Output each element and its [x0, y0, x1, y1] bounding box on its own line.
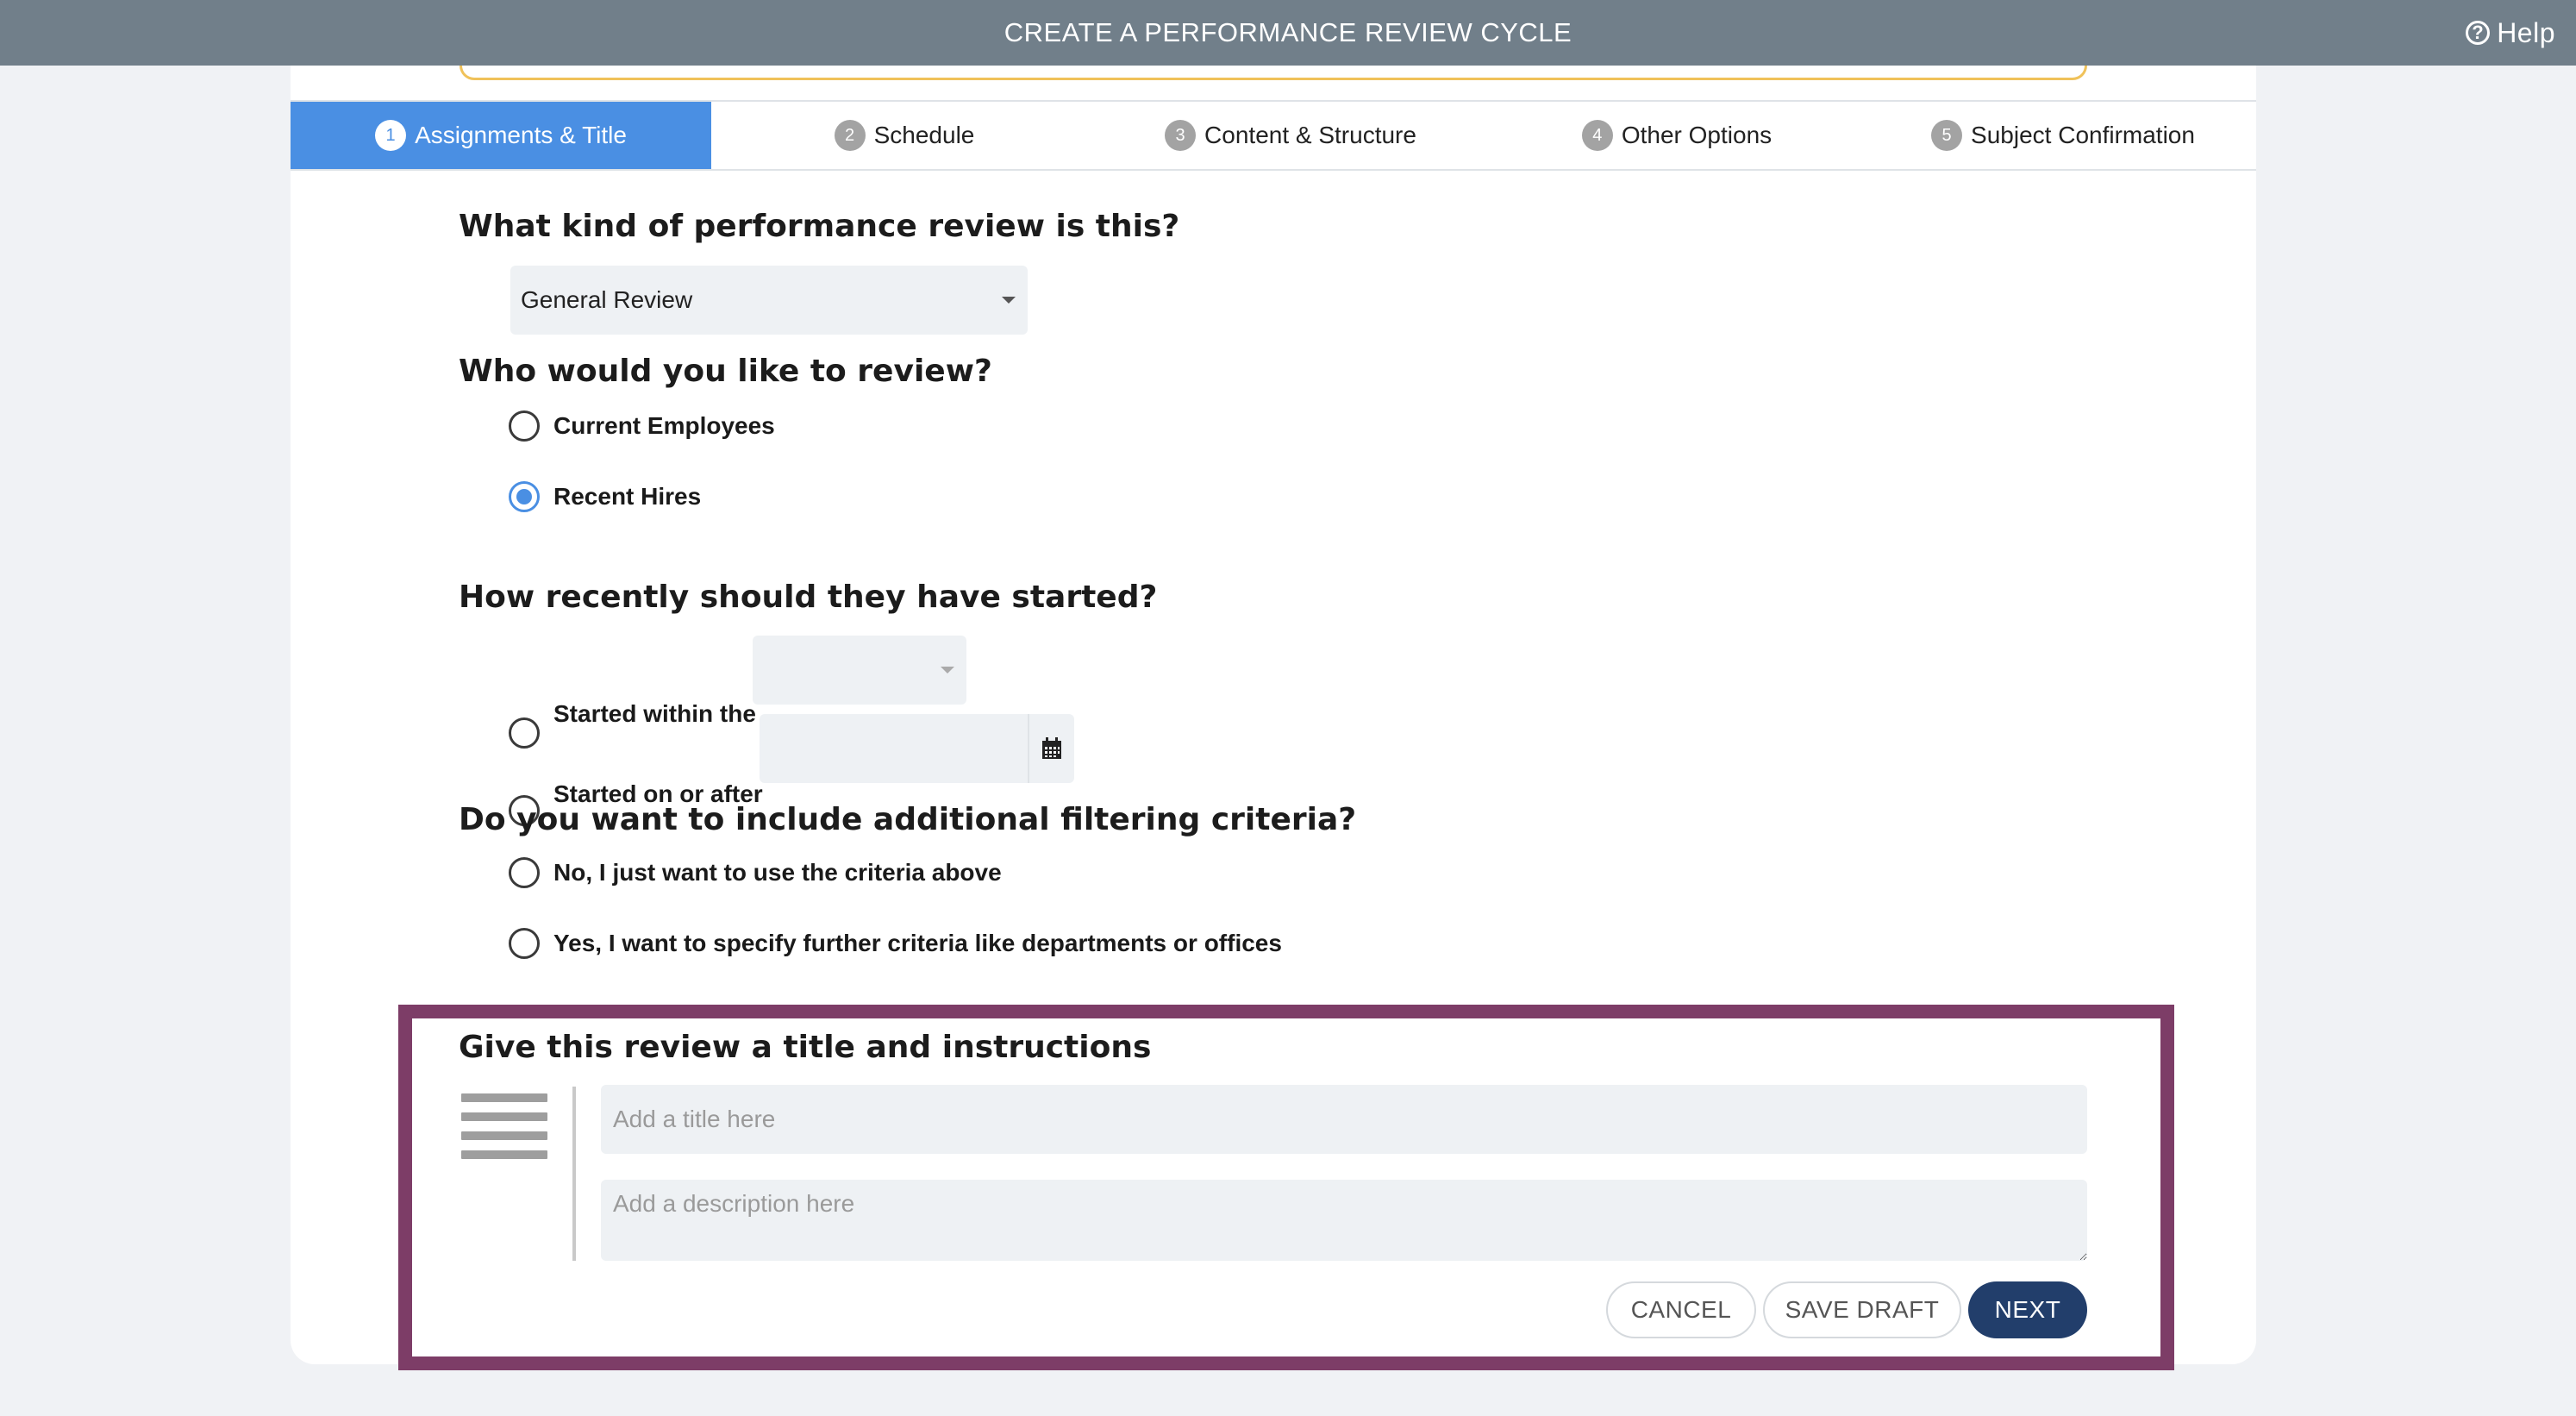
- who-question: Who would you like to review?: [459, 354, 992, 389]
- step-number-badge: 1: [375, 120, 407, 151]
- review-type-selected: General Review: [521, 286, 693, 313]
- radio-button[interactable]: [509, 481, 540, 512]
- filtering-question: Do you want to include additional filter…: [459, 802, 1357, 837]
- calendar-button[interactable]: [1028, 714, 1074, 783]
- radio-label: Recent Hires: [553, 483, 702, 510]
- step-number-badge: 2: [834, 120, 866, 151]
- radio-label: Current Employees: [553, 412, 775, 439]
- radio-button[interactable]: [509, 410, 540, 442]
- chevron-down-icon: [941, 667, 954, 674]
- radio-button[interactable]: [509, 857, 540, 888]
- warning-banner-edge: [460, 66, 2087, 80]
- recency-question: How recently should they have started?: [459, 580, 1158, 615]
- chevron-down-icon: [1002, 297, 1016, 304]
- question-circle-icon: ?: [2466, 21, 2491, 45]
- page-title: CREATE A PERFORMANCE REVIEW CYCLE: [1004, 17, 1572, 47]
- radio-button[interactable]: [509, 717, 540, 749]
- radio-recent-hires[interactable]: Recent Hires: [509, 481, 701, 512]
- radio-button[interactable]: [509, 928, 540, 959]
- section-divider: [572, 1087, 576, 1261]
- review-type-question: What kind of performance review is this?: [459, 209, 1180, 244]
- wizard-tabs: 1 Assignments & Title 2 Schedule 3 Conte…: [291, 100, 2256, 171]
- top-bar: CREATE A PERFORMANCE REVIEW CYCLE ? Help: [0, 0, 2576, 66]
- help-label: Help: [2497, 16, 2555, 48]
- radio-no-further-criteria[interactable]: No, I just want to use the criteria abov…: [509, 857, 1002, 888]
- tab-label: Assignments & Title: [415, 122, 627, 148]
- save-draft-button[interactable]: SAVE DRAFT: [1763, 1281, 1961, 1338]
- help-link[interactable]: ? Help: [2466, 0, 2555, 66]
- review-type-select[interactable]: General Review: [510, 266, 1028, 335]
- review-title-input[interactable]: [601, 1085, 2087, 1154]
- start-date-field[interactable]: [760, 714, 1074, 783]
- tab-other-options[interactable]: 4 Other Options: [1484, 102, 1870, 169]
- wizard-card: 1 Assignments & Title 2 Schedule 3 Conte…: [291, 66, 2256, 1370]
- radio-further-criteria[interactable]: Yes, I want to specify further criteria …: [509, 928, 1282, 959]
- tab-content-structure[interactable]: 3 Content & Structure: [1097, 102, 1484, 169]
- radio-started-within[interactable]: Started within the: [509, 700, 756, 749]
- title-section-heading: Give this review a title and instruction…: [459, 1030, 1152, 1065]
- started-within-select[interactable]: [753, 636, 966, 705]
- tab-label: Subject Confirmation: [1971, 122, 2195, 148]
- tab-schedule[interactable]: 2 Schedule: [711, 102, 1097, 169]
- text-lines-icon: [461, 1093, 547, 1171]
- radio-label: Started within the: [553, 700, 756, 727]
- tab-subject-confirmation[interactable]: 5 Subject Confirmation: [1870, 102, 2256, 169]
- step-number-badge: 5: [1931, 120, 1963, 151]
- calendar-icon: [1042, 737, 1061, 759]
- step-number-badge: 4: [1581, 120, 1613, 151]
- radio-label: No, I just want to use the criteria abov…: [553, 859, 1002, 886]
- cancel-button[interactable]: CANCEL: [1606, 1281, 1756, 1338]
- tab-assignments-title[interactable]: 1 Assignments & Title: [291, 102, 711, 169]
- step-number-badge: 3: [1165, 120, 1197, 151]
- review-description-input[interactable]: [601, 1180, 2087, 1261]
- tab-label: Schedule: [873, 122, 975, 148]
- tab-label: Other Options: [1621, 122, 1773, 148]
- radio-label: Yes, I want to specify further criteria …: [553, 930, 1282, 956]
- radio-current-employees[interactable]: Current Employees: [509, 410, 775, 442]
- next-button[interactable]: NEXT: [1968, 1281, 2087, 1338]
- tab-label: Content & Structure: [1204, 122, 1416, 148]
